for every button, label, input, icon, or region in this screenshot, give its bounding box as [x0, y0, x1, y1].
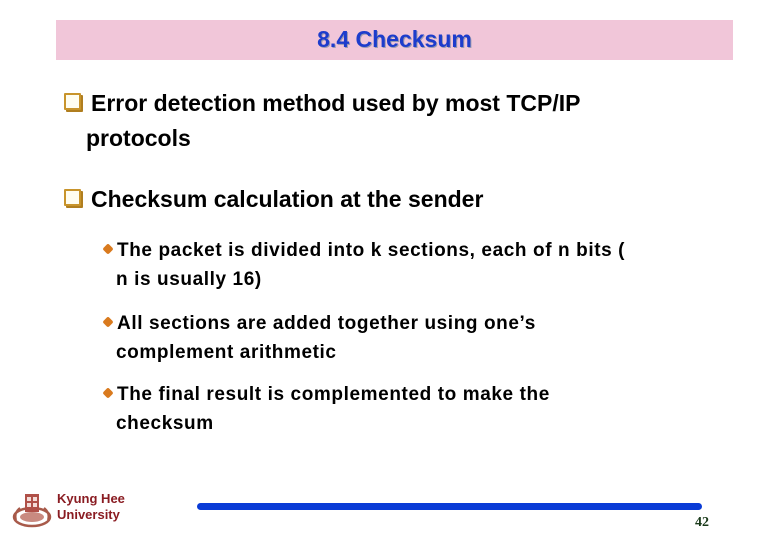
- sub-bullet-text-line1: All sections are added together using on…: [117, 313, 536, 334]
- sub-bullet-text-line1: The final result is complemented to make…: [117, 384, 550, 405]
- square-bullet-icon: [64, 189, 81, 206]
- university-name: Kyung Hee University: [57, 491, 125, 523]
- university-crest-icon: [12, 494, 52, 528]
- diamond-bullet-icon: [102, 243, 114, 255]
- slide-title-bar: 8.4 Checksum: [56, 20, 733, 60]
- bullet-text-line1: Error detection method used by most TCP/…: [91, 90, 581, 116]
- bullet-item: Checksum calculation at the sender: [64, 182, 483, 217]
- sub-bullet-item: The final result is complemented to make…: [102, 380, 550, 438]
- sub-bullet-text-line2: checksum: [116, 413, 214, 434]
- footer-divider: [197, 503, 702, 510]
- sub-bullet-item: The packet is divided into k sections, e…: [102, 236, 626, 294]
- sub-bullet-text-line2: n is usually 16): [116, 269, 262, 290]
- bullet-text-line1: Checksum calculation at the sender: [91, 186, 484, 212]
- diamond-bullet-icon: [102, 387, 114, 399]
- slide-title: 8.4 Checksum: [317, 26, 472, 52]
- bullet-text-line2: protocols: [86, 125, 191, 151]
- page-number: 42: [695, 515, 709, 530]
- diamond-bullet-icon: [102, 316, 114, 328]
- sub-bullet-text-line1: The packet is divided into k sections, e…: [117, 240, 626, 261]
- sub-bullet-item: All sections are added together using on…: [102, 309, 536, 367]
- square-bullet-icon: [64, 93, 81, 110]
- sub-bullet-text-line2: complement arithmetic: [116, 342, 337, 363]
- university-name-line2: University: [57, 507, 120, 522]
- bullet-item: Error detection method used by most TCP/…: [64, 86, 580, 156]
- university-name-line1: Kyung Hee: [57, 491, 125, 506]
